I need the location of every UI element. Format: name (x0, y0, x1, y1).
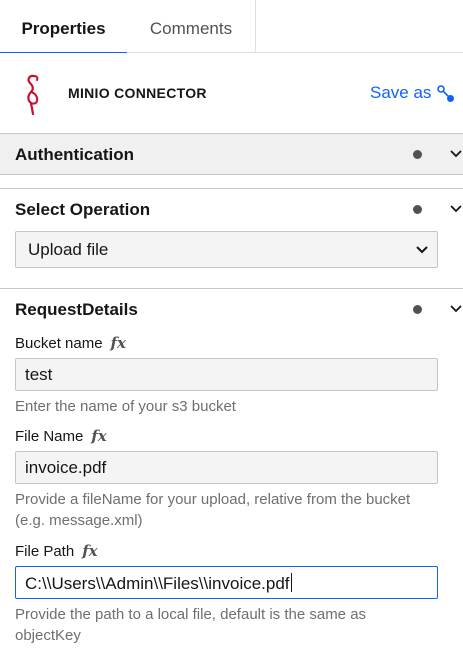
chevron-down-icon[interactable] (449, 202, 463, 216)
file-path-label-text: File Path (15, 543, 75, 560)
file-name-value: invoice.pdf (25, 458, 107, 477)
chevron-down-icon[interactable] (449, 302, 463, 316)
fx-icon[interactable]: fx (82, 542, 97, 560)
properties-tabs: Properties Comments (0, 0, 463, 54)
group-title-authentication: Authentication (15, 145, 134, 164)
status-dot (413, 305, 422, 314)
file-path-value: C:\\Users\\Admin\\Files\\invoice.pdf (25, 574, 290, 593)
group-title-select-operation: Select Operation (15, 200, 151, 219)
fx-icon[interactable]: fx (111, 334, 126, 352)
bucket-name-label-text: Bucket name (15, 335, 103, 352)
file-name-help: Provide a fileName for your upload, rela… (15, 491, 411, 529)
connector-title: MINIO CONNECTOR (68, 85, 207, 101)
group-authentication[interactable]: Authentication (0, 133, 463, 175)
group-request-details[interactable]: RequestDetails (0, 288, 463, 330)
file-path-help: Provide the path to a local file, defaul… (15, 606, 367, 644)
bucket-name-value: test (25, 365, 53, 384)
status-dot (413, 150, 422, 159)
file-path-input[interactable]: C:\\Users\\Admin\\Files\\invoice.pdf (15, 566, 438, 599)
chevron-down-icon[interactable] (449, 147, 463, 161)
save-as-link[interactable]: Save as (370, 83, 431, 103)
operation-select-value: Upload file (28, 240, 109, 259)
file-name-label-text: File Name (15, 428, 84, 445)
file-name-label: File Name fx (15, 427, 107, 445)
file-path-value-wrap: C:\\Users\\Admin\\Files\\invoice.pdf (25, 573, 292, 594)
chevron-down-icon (416, 246, 428, 254)
group-select-operation[interactable]: Select Operation (0, 188, 463, 230)
template-icon[interactable] (436, 84, 456, 104)
bucket-name-input[interactable]: test (15, 358, 438, 391)
bucket-name-label: Bucket name fx (15, 334, 126, 352)
fx-icon[interactable]: fx (91, 427, 106, 445)
flamingo-logo-icon (27, 74, 39, 115)
tab-divider (255, 0, 256, 53)
file-name-input[interactable]: invoice.pdf (15, 451, 438, 484)
status-dot (413, 205, 422, 214)
connector-header: MINIO CONNECTOR Save as (0, 53, 463, 133)
file-path-label: File Path fx (15, 542, 98, 560)
tab-comments[interactable]: Comments (127, 0, 255, 53)
group-title-request-details: RequestDetails (15, 300, 138, 319)
operation-select[interactable]: Upload file (15, 231, 438, 268)
tab-properties[interactable]: Properties (0, 0, 127, 54)
text-caret (290, 573, 292, 592)
bucket-name-help: Enter the name of your s3 bucket (15, 398, 236, 415)
